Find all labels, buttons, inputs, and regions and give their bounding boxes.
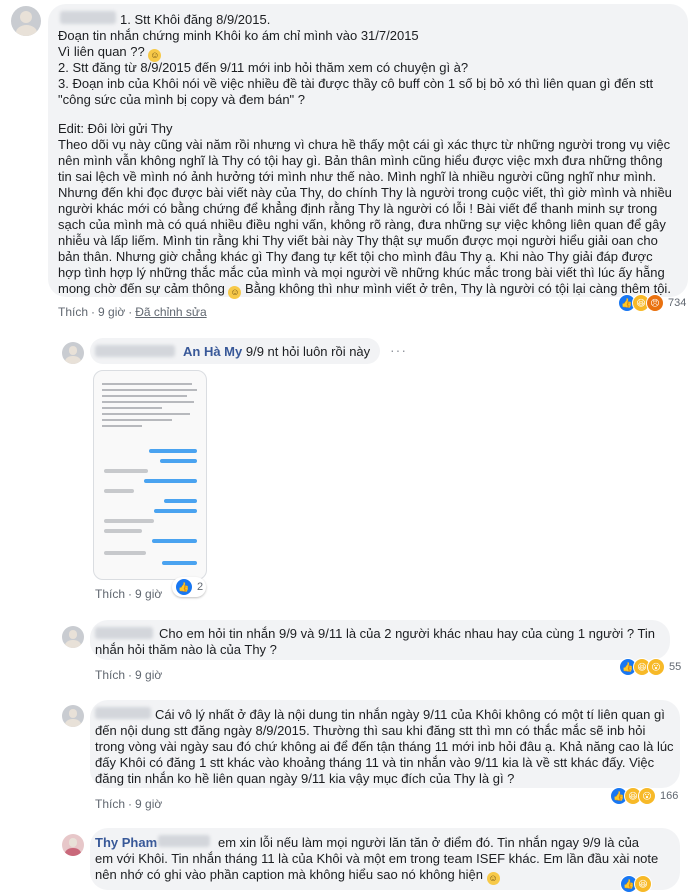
comment-line: mong chờ đến sự cảm thông ☺ Bằng không t… (58, 281, 671, 299)
reply-line: trong vòng vài ngày sau đó chứ không ai … (95, 739, 674, 754)
replier-avatar[interactable] (62, 834, 84, 856)
reply-actions: Thích · 9 giờ (95, 587, 163, 601)
reaction-summary[interactable]: 👍 😆 😮 166 (610, 786, 678, 806)
reaction-count: 734 (668, 297, 687, 309)
blurred-name (95, 627, 153, 639)
reaction-count: 2 (197, 581, 204, 593)
reaction-summary[interactable]: 👍 😆 😮 55 (619, 657, 681, 677)
comment-line: hợp tình hợp lý những thắc mắc của mình … (58, 265, 665, 280)
comment-line: 2. Stt đăng từ 8/9/2015 đến 9/11 mới inb… (58, 60, 469, 75)
comment-line: 3. Đoạn inb của Khôi nói về việc nhiều đ… (58, 76, 654, 91)
replier-avatar[interactable] (62, 342, 84, 364)
comment-line: "công sức của mình bị copy và đem bán" ? (58, 92, 306, 107)
comment-line: Edit: Đôi lời gửi Thy (58, 121, 173, 136)
like-reaction-icon: 👍 (175, 578, 193, 596)
comment-line: tin sai lệch về mình nó ảnh hưởng tới mì… (58, 169, 657, 184)
like-link[interactable]: Thích (95, 587, 125, 601)
reply-line: Cho em hỏi tin nhắn 9/9 và 9/11 là của 2… (159, 626, 656, 641)
reply-line: em xin lỗi nếu làm mọi người lăn tăn ở đ… (218, 835, 640, 850)
haha-reaction-icon: 😆 (634, 875, 652, 893)
blurred-name (158, 835, 210, 847)
reaction-count: 55 (669, 661, 682, 673)
edited-link[interactable]: Đã chỉnh sửa (135, 305, 206, 319)
timestamp[interactable]: 9 giờ (135, 797, 162, 811)
reply-actions: Thích · 9 giờ (95, 797, 163, 811)
reply-actions: Thích · 9 giờ (95, 668, 163, 682)
reaction-summary[interactable]: 👍 😆 (620, 874, 652, 894)
comment-line: Nhưng đến khi đọc được bài viết này của … (58, 185, 672, 200)
timestamp[interactable]: 9 giờ (135, 668, 162, 682)
wow-reaction-icon: 😮 (647, 658, 665, 676)
reply-line: nhắn hỏi thăm nào là của Thy ? (95, 642, 277, 657)
blurred-name (60, 11, 116, 24)
like-link[interactable]: Thích (95, 668, 125, 682)
like-link[interactable]: Thích (95, 797, 125, 811)
comment-line: sạch của mình mà có quá nhiều điều nghi … (58, 217, 666, 232)
like-link[interactable]: Thích (58, 305, 88, 319)
angry-reaction-icon: 😠 (646, 294, 664, 312)
replier-avatar[interactable] (62, 705, 84, 727)
wow-reaction-icon: 😮 (638, 787, 656, 805)
blurred-name (95, 707, 151, 719)
replier-avatar[interactable] (62, 626, 84, 648)
smile-emoji-icon: ☺ (228, 286, 242, 299)
comment-line: người khác mới có bằng chứng để khẳng đị… (58, 201, 658, 216)
reply-line: nên nhớ có ghi vào phần caption mà không… (95, 867, 500, 885)
reply-text: An Hà My 9/9 nt hỏi luôn rồi này (183, 344, 371, 359)
comment-line: nhiễu và lấp liếm. Mình tin rằng khi Thy… (58, 233, 658, 248)
message-screenshot-image[interactable] (93, 370, 207, 580)
comment-line: Theo dõi vụ này cũng vài năm rồi nhưng v… (58, 137, 671, 152)
reaction-count: 166 (660, 790, 679, 802)
reaction-summary[interactable]: 👍 2 (172, 577, 207, 597)
comment-line: bản thân. Nhưng giờ chẳng khác gì Thy đa… (58, 249, 653, 264)
reaction-summary[interactable]: 👍 😆 😠 734 (618, 293, 686, 313)
smile-emoji-icon: ☺ (486, 872, 500, 885)
reply-line: Cái vô lý nhất ở đây là nội dung tin nhắ… (155, 707, 665, 722)
timestamp[interactable]: 9 giờ (98, 305, 125, 319)
comment-line: nên mình vẫn không nghĩ là Thy có tội ha… (58, 153, 663, 168)
comment-line: 1. Stt Khôi đăng 8/9/2015. (120, 12, 271, 27)
reply-line: đăng tin nhắn ko hề liên quan ngày 9/11 … (95, 771, 515, 786)
more-options-icon[interactable]: ··· (390, 342, 407, 358)
comment-line: Đoạn tin nhắn chứng minh Khôi ko ám chỉ … (58, 28, 419, 43)
reply-line: Thy Pham (95, 835, 157, 851)
comment-actions: Thích · 9 giờ · Đã chỉnh sửa (58, 305, 207, 319)
commenter-avatar[interactable] (11, 6, 41, 36)
author-name[interactable]: An Hà My (183, 344, 242, 359)
blurred-name (95, 345, 175, 357)
author-name[interactable]: Thy Pham (95, 835, 157, 850)
timestamp[interactable]: 9 giờ (135, 587, 162, 601)
reply-line: em với Khôi. Tin nhắn tháng 11 là của Kh… (95, 851, 659, 866)
reply-line: đấy Khôi có đăng 1 stt khác vào khoảng t… (95, 755, 655, 770)
reply-line: đến nội dung stt đăng ngày 8/9/2015. Thư… (95, 723, 646, 738)
